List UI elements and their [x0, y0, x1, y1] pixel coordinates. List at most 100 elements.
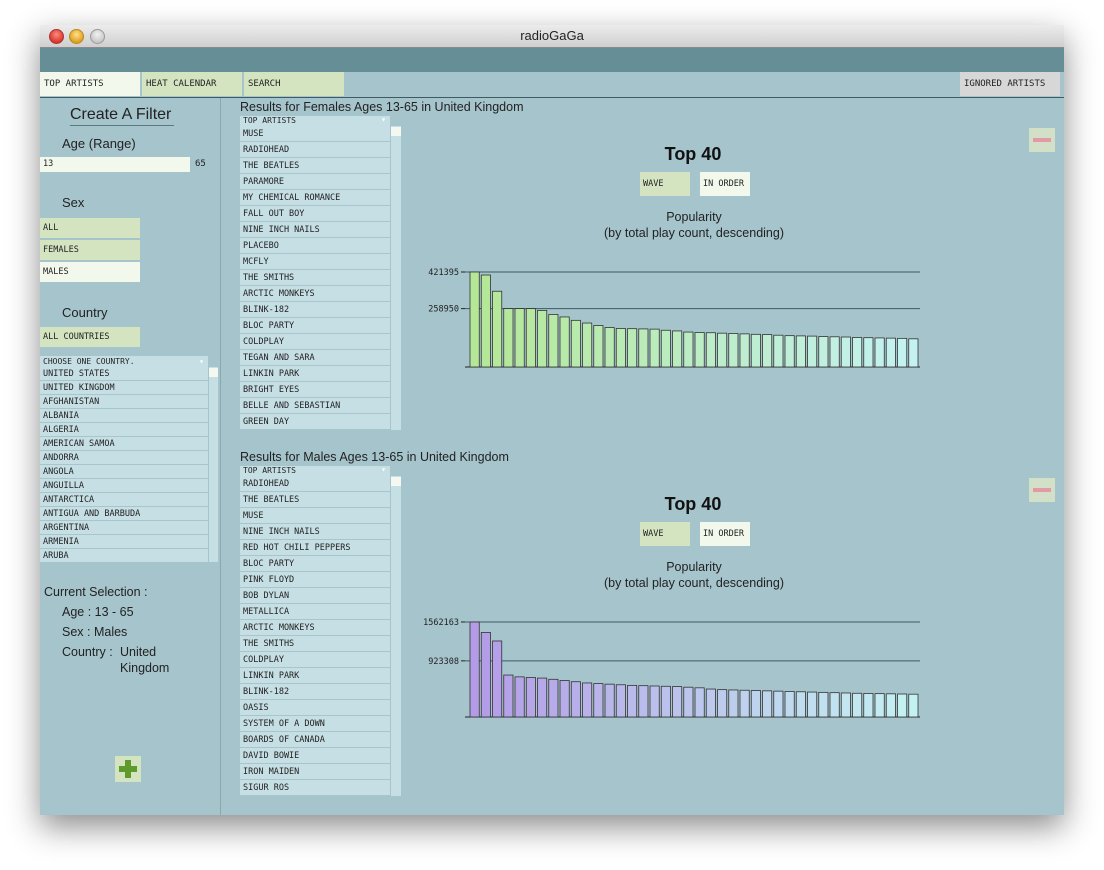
- bar[interactable]: [694, 332, 705, 368]
- artist-list-item[interactable]: LINKIN PARK: [240, 668, 390, 684]
- bar[interactable]: [840, 336, 851, 368]
- bar[interactable]: [852, 692, 863, 718]
- country-dropdown[interactable]: CHOOSE ONE COUNTRY. ▾: [40, 356, 208, 367]
- add-filter-button[interactable]: [115, 756, 141, 782]
- country-list-item[interactable]: ALGERIA: [40, 423, 208, 437]
- bar[interactable]: [514, 308, 525, 368]
- bar[interactable]: [469, 621, 480, 718]
- bar[interactable]: [863, 693, 874, 718]
- tab-ignored-artists[interactable]: IGNORED ARTISTS: [960, 72, 1060, 96]
- in-order-button[interactable]: IN ORDER: [700, 522, 750, 546]
- artist-list-item[interactable]: MCFLY: [240, 254, 390, 270]
- country-list-item[interactable]: ANDORRA: [40, 451, 208, 465]
- artist-list-item[interactable]: LINKIN PARK: [240, 366, 390, 382]
- artist-list-item[interactable]: GREEN DAY: [240, 414, 390, 430]
- bar[interactable]: [525, 677, 536, 718]
- bar[interactable]: [480, 632, 491, 718]
- bar[interactable]: [683, 686, 694, 718]
- bar[interactable]: [829, 692, 840, 718]
- bar[interactable]: [784, 335, 795, 368]
- bar[interactable]: [750, 690, 761, 718]
- artist-list-item[interactable]: NINE INCH NAILS: [240, 222, 390, 238]
- artist-list-item[interactable]: RADIOHEAD: [240, 476, 390, 492]
- artist-list-item[interactable]: BOARDS OF CANADA: [240, 732, 390, 748]
- bar[interactable]: [525, 308, 536, 368]
- bar[interactable]: [660, 685, 671, 718]
- wave-button[interactable]: WAVE: [640, 522, 690, 546]
- bar[interactable]: [615, 684, 626, 718]
- bar[interactable]: [582, 682, 593, 718]
- country-list-item[interactable]: ARMENIA: [40, 535, 208, 549]
- bar[interactable]: [503, 674, 514, 718]
- results-type-dropdown[interactable]: TOP ARTISTS ▾: [240, 465, 390, 476]
- bar[interactable]: [627, 328, 638, 368]
- country-list-item[interactable]: ARUBA: [40, 549, 208, 562]
- bar[interactable]: [863, 337, 874, 368]
- artist-list-item[interactable]: BELLE AND SEBASTIAN: [240, 398, 390, 414]
- bar[interactable]: [897, 337, 908, 368]
- artist-list-item[interactable]: THE SMITHS: [240, 636, 390, 652]
- artist-list-item[interactable]: BOB DYLAN: [240, 588, 390, 604]
- artist-list-item[interactable]: ARCTIC MONKEYS: [240, 286, 390, 302]
- artist-list-item[interactable]: BLINK-182: [240, 684, 390, 700]
- artist-list-item[interactable]: BRIGHT EYES: [240, 382, 390, 398]
- bar[interactable]: [604, 683, 615, 718]
- bar[interactable]: [897, 693, 908, 718]
- bar[interactable]: [840, 692, 851, 718]
- artist-list-item[interactable]: PINK FLOYD: [240, 572, 390, 588]
- artist-list-item[interactable]: FALL OUT BOY: [240, 206, 390, 222]
- artist-list-item[interactable]: THE BEATLES: [240, 492, 390, 508]
- artist-list[interactable]: MUSE RADIOHEAD THE BEATLES PARAMORE MY CHEMI…: [240, 126, 390, 430]
- tab-search[interactable]: SEARCH: [244, 72, 344, 96]
- bar[interactable]: [559, 316, 570, 368]
- artist-list-item[interactable]: SIGUR ROS: [240, 780, 390, 796]
- bar[interactable]: [503, 308, 514, 368]
- bar[interactable]: [908, 693, 919, 718]
- country-list[interactable]: UNITED STATES UNITED KINGDOM AFGHANISTAN AL…: [40, 367, 208, 562]
- bar[interactable]: [694, 687, 705, 718]
- bar[interactable]: [728, 333, 739, 368]
- artist-list-item[interactable]: RADIOHEAD: [240, 142, 390, 158]
- bar[interactable]: [762, 334, 773, 368]
- country-list-item[interactable]: UNITED KINGDOM: [40, 381, 208, 395]
- bar[interactable]: [593, 325, 604, 368]
- bar[interactable]: [582, 322, 593, 368]
- age-range-slider[interactable]: 13: [40, 157, 190, 172]
- scroll-thumb[interactable]: [391, 127, 401, 136]
- country-list-item[interactable]: ANGUILLA: [40, 479, 208, 493]
- bar[interactable]: [649, 685, 660, 718]
- artist-list[interactable]: RADIOHEAD THE BEATLES MUSE NINE INCH NAILS R…: [240, 476, 390, 796]
- bar[interactable]: [683, 331, 694, 368]
- artist-list-item[interactable]: MY CHEMICAL ROMANCE: [240, 190, 390, 206]
- artist-list-item[interactable]: OASIS: [240, 700, 390, 716]
- artist-list-item[interactable]: SYSTEM OF A DOWN: [240, 716, 390, 732]
- remove-panel-button[interactable]: [1029, 478, 1055, 502]
- bar[interactable]: [570, 319, 581, 368]
- scroll-thumb[interactable]: [209, 368, 218, 377]
- wave-button[interactable]: WAVE: [640, 172, 690, 196]
- bar[interactable]: [537, 677, 548, 718]
- artist-list-item[interactable]: COLDPLAY: [240, 652, 390, 668]
- artist-list-item[interactable]: MUSE: [240, 508, 390, 524]
- country-list-item[interactable]: ANGOLA: [40, 465, 208, 479]
- bar[interactable]: [570, 681, 581, 718]
- artist-list-item[interactable]: BLOC PARTY: [240, 556, 390, 572]
- bar[interactable]: [773, 334, 784, 368]
- country-list-item[interactable]: ANTARCTICA: [40, 493, 208, 507]
- bar[interactable]: [638, 328, 649, 368]
- bar[interactable]: [829, 336, 840, 368]
- artist-list-item[interactable]: COLDPLAY: [240, 334, 390, 350]
- bar[interactable]: [739, 333, 750, 368]
- bar[interactable]: [818, 691, 829, 718]
- artist-list-item[interactable]: IRON MAIDEN: [240, 764, 390, 780]
- bar[interactable]: [717, 332, 728, 368]
- bar[interactable]: [885, 337, 896, 368]
- in-order-button[interactable]: IN ORDER: [700, 172, 750, 196]
- country-list-item[interactable]: ARGENTINA: [40, 521, 208, 535]
- artist-list-item[interactable]: NINE INCH NAILS: [240, 524, 390, 540]
- bar[interactable]: [762, 690, 773, 718]
- bar[interactable]: [807, 335, 818, 368]
- country-list-scrollbar[interactable]: [209, 367, 218, 562]
- sex-option-females[interactable]: FEMALES: [40, 240, 140, 260]
- artist-list-item[interactable]: ARCTIC MONKEYS: [240, 620, 390, 636]
